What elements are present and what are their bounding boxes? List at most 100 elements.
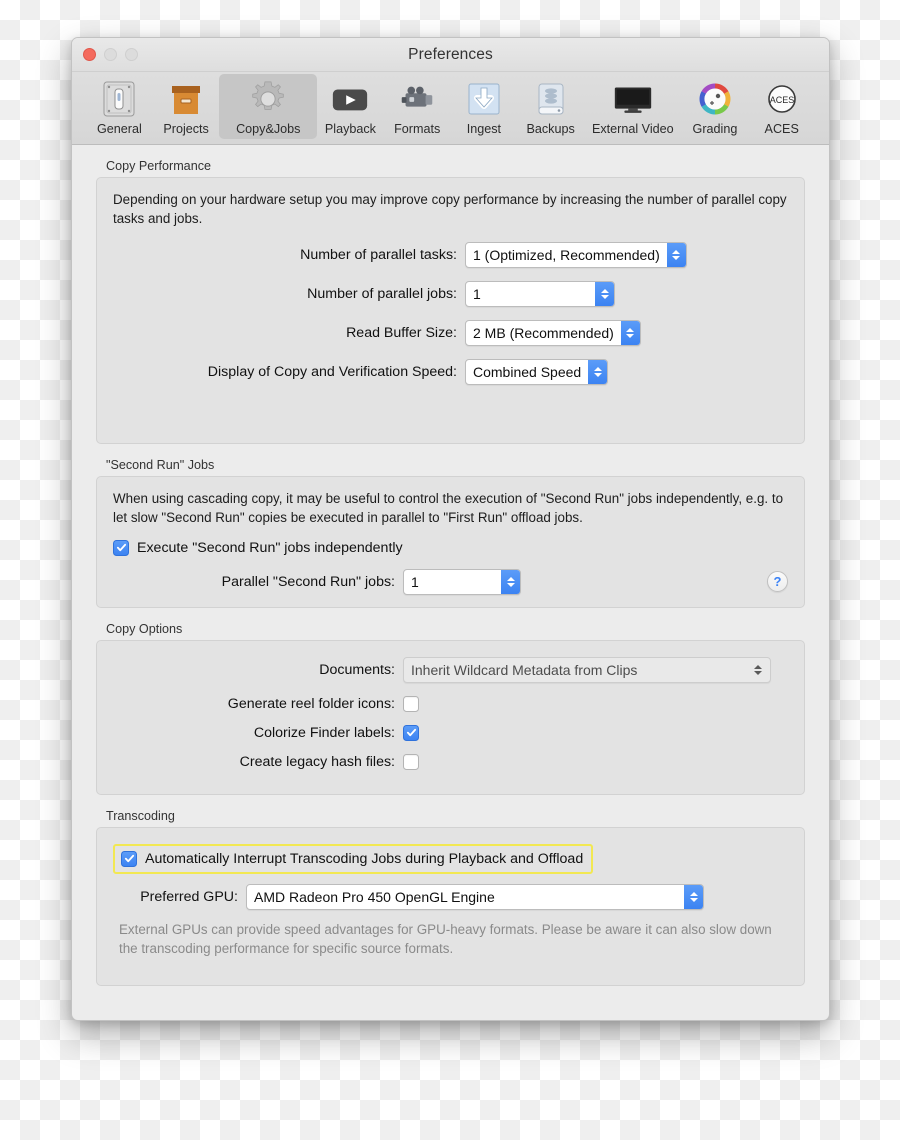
disk-drive-icon — [534, 78, 568, 120]
gear-icon — [249, 78, 287, 120]
checkbox-generate-reel-folder-icons[interactable] — [403, 695, 419, 712]
popup-read-buffer-size[interactable]: 2 MB (Recommended) — [465, 319, 641, 346]
toolbar-item-grading[interactable]: Grading — [682, 74, 749, 139]
copy-performance-description: Depending on your hardware setup you may… — [113, 192, 787, 227]
toolbar-item-general[interactable]: General — [86, 74, 153, 139]
stepper-arrows-icon[interactable] — [501, 569, 520, 594]
label-display-speed: Display of Copy and Verification Speed: — [207, 363, 457, 380]
label-parallel-jobs: Number of parallel jobs: — [307, 285, 457, 302]
stepper-arrows-icon[interactable] — [746, 658, 770, 682]
toolbar-label-external-video: External Video — [591, 122, 674, 136]
popup-parallel-second-run-jobs[interactable]: 1 — [403, 568, 521, 595]
stepper-arrows-icon[interactable] — [666, 242, 686, 267]
toolbar-label-ingest: Ingest — [466, 122, 502, 136]
window-titlebar: Preferences — [72, 38, 829, 72]
monitor-icon — [611, 78, 655, 120]
field-preferred-gpu: Preferred GPU: AMD Radeon Pro 450 OpenGL… — [113, 883, 788, 910]
toolbar-label-backups: Backups — [526, 122, 575, 136]
label-preferred-gpu: Preferred GPU: — [140, 888, 238, 905]
popup-documents[interactable]: Inherit Wildcard Metadata from Clips — [403, 656, 771, 683]
checkbox-execute-second-run[interactable] — [113, 539, 129, 556]
stepper-arrows-icon[interactable] — [684, 884, 703, 909]
checkbox-row-execute-second-run[interactable]: Execute "Second Run" jobs independently — [113, 539, 788, 556]
checkbox-label-execute-second-run: Execute "Second Run" jobs independently — [137, 539, 403, 556]
label-parallel-second-run-jobs: Parallel "Second Run" jobs: — [221, 573, 395, 590]
svg-text:ACES: ACES — [769, 95, 794, 105]
checkbox-row-create-legacy-hash-files[interactable]: Create legacy hash files: — [113, 753, 788, 770]
label-documents: Documents: — [319, 661, 395, 678]
popup-value-display-speed: Combined Speed — [473, 363, 582, 380]
switch-plate-icon — [102, 78, 136, 120]
stepper-arrows-icon[interactable] — [620, 320, 640, 345]
label-colorize-finder-labels: Colorize Finder labels: — [253, 724, 395, 741]
aces-circle-icon: ACES — [763, 78, 801, 120]
label-parallel-tasks: Number of parallel tasks: — [300, 246, 457, 263]
toolbar-item-formats[interactable]: Formats — [384, 74, 451, 139]
checkbox-row-generate-reel-folder-icons[interactable]: Generate reel folder icons: — [113, 695, 788, 712]
toolbar-item-aces[interactable]: ACES ACES — [748, 74, 815, 139]
toolbar-item-copy-and-jobs[interactable]: Copy&Jobs — [219, 74, 318, 139]
popup-value-preferred-gpu: AMD Radeon Pro 450 OpenGL Engine — [254, 888, 495, 905]
label-create-legacy-hash-files: Create legacy hash files: — [239, 753, 395, 770]
archive-box-icon — [169, 78, 203, 120]
preferences-toolbar: General Projects Copy&Jobs Playback Form… — [72, 72, 829, 145]
download-arrow-icon — [466, 78, 502, 120]
minimize-button-icon[interactable] — [104, 48, 117, 61]
popup-value-read-buffer-size: 2 MB (Recommended) — [473, 324, 614, 341]
group-second-run: When using cascading copy, it may be use… — [96, 475, 805, 608]
checkbox-label-interrupt-transcoding: Automatically Interrupt Transcoding Jobs… — [145, 850, 584, 867]
field-parallel-jobs: Number of parallel jobs: 1 — [113, 280, 788, 307]
checkbox-colorize-finder-labels[interactable] — [403, 724, 419, 741]
second-run-description: When using cascading copy, it may be use… — [113, 490, 784, 526]
popup-value-documents: Inherit Wildcard Metadata from Clips — [411, 661, 638, 678]
checkbox-interrupt-transcoding[interactable] — [121, 850, 137, 867]
traffic-light-buttons — [83, 48, 138, 61]
transcoding-note: External GPUs can provide speed advantag… — [119, 921, 772, 957]
group-label-copy-performance: Copy Performance — [106, 159, 211, 173]
group-copy-performance: Depending on your hardware setup you may… — [96, 177, 805, 444]
toolbar-item-playback[interactable]: Playback — [317, 74, 384, 139]
toolbar-label-playback: Playback — [324, 122, 376, 136]
checkbox-row-interrupt-transcoding[interactable]: Automatically Interrupt Transcoding Jobs… — [121, 850, 584, 867]
window-title: Preferences — [408, 46, 493, 63]
toolbar-label-formats: Formats — [394, 122, 441, 136]
toolbar-item-ingest[interactable]: Ingest — [451, 74, 518, 139]
group-copy-options: Documents: Inherit Wildcard Metadata fro… — [96, 639, 805, 795]
popup-value-parallel-tasks: 1 (Optimized, Recommended) — [473, 246, 660, 263]
popup-preferred-gpu[interactable]: AMD Radeon Pro 450 OpenGL Engine — [246, 883, 704, 910]
field-parallel-second-run-jobs: Parallel "Second Run" jobs: 1 ? — [113, 568, 788, 595]
stepper-arrows-icon[interactable] — [588, 359, 608, 384]
highlight-box-interrupt-transcoding: Automatically Interrupt Transcoding Jobs… — [113, 843, 594, 874]
toolbar-item-projects[interactable]: Projects — [153, 74, 220, 139]
toolbar-item-external-video[interactable]: External Video — [584, 74, 682, 139]
toolbar-label-general: General — [96, 122, 142, 136]
preferences-content: Copy Performance Depending on your hardw… — [72, 145, 829, 986]
field-read-buffer-size: Read Buffer Size: 2 MB (Recommended) — [113, 319, 788, 346]
stepper-arrows-icon[interactable] — [595, 281, 614, 306]
label-read-buffer-size: Read Buffer Size: — [346, 324, 457, 341]
checkbox-create-legacy-hash-files[interactable] — [403, 753, 419, 770]
popup-display-speed[interactable]: Combined Speed — [465, 358, 609, 385]
close-button-icon[interactable] — [83, 48, 96, 61]
play-button-icon — [330, 78, 370, 120]
toolbar-item-backups[interactable]: Backups — [517, 74, 584, 139]
group-label-second-run: "Second Run" Jobs — [106, 457, 215, 472]
group-transcoding: Automatically Interrupt Transcoding Jobs… — [96, 826, 805, 986]
toolbar-label-grading: Grading — [692, 122, 738, 136]
field-documents: Documents: Inherit Wildcard Metadata fro… — [113, 656, 788, 683]
zoom-button-icon[interactable] — [125, 48, 138, 61]
field-display-speed: Display of Copy and Verification Speed: … — [113, 358, 788, 385]
toolbar-label-projects: Projects — [163, 122, 209, 136]
checkbox-row-colorize-finder-labels[interactable]: Colorize Finder labels: — [113, 724, 788, 741]
label-generate-reel-folder-icons: Generate reel folder icons: — [227, 695, 395, 712]
color-wheel-icon — [696, 78, 734, 120]
popup-parallel-jobs[interactable]: 1 — [465, 280, 615, 307]
group-label-transcoding: Transcoding — [106, 808, 175, 823]
popup-parallel-tasks[interactable]: 1 (Optimized, Recommended) — [465, 241, 687, 268]
group-label-copy-options: Copy Options — [106, 621, 183, 636]
popup-value-parallel-second-run-jobs: 1 — [411, 573, 419, 590]
camcorder-icon — [396, 78, 438, 120]
popup-value-parallel-jobs: 1 — [473, 285, 481, 302]
help-button[interactable]: ? — [767, 571, 788, 593]
field-parallel-tasks: Number of parallel tasks: 1 (Optimized, … — [113, 241, 788, 268]
